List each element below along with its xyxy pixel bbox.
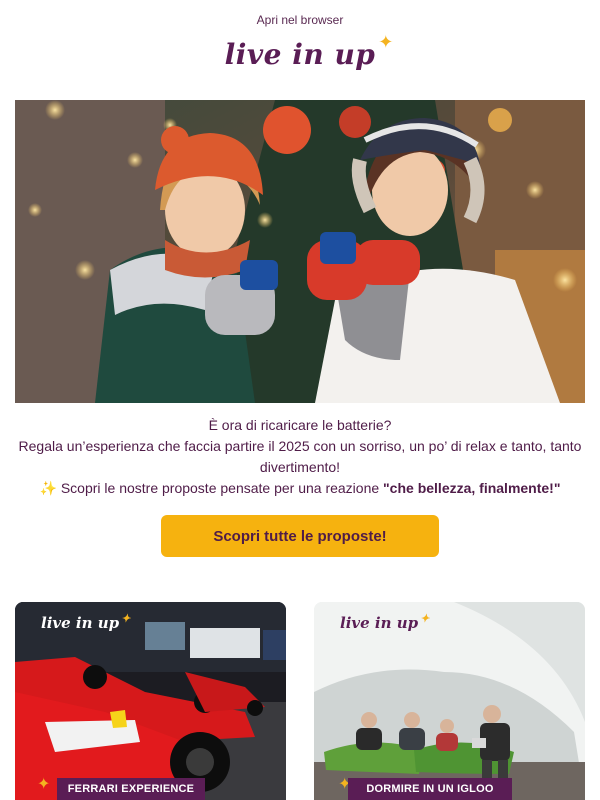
intro-line-2: Regala un’esperienza che faccia partire … <box>18 438 582 475</box>
hero-image[interactable] <box>15 100 585 403</box>
intro-line-3: ✨ Scopri le nostre proposte pensate per … <box>15 478 585 499</box>
card-logo: live in up ✦ <box>41 612 131 632</box>
sparkle-icon: ✦ <box>378 32 394 52</box>
logo-text: live in up <box>224 38 376 71</box>
card-logo: live in up ✦ <box>340 612 430 632</box>
intro-line-1: È ora di ricaricare le batterie? <box>208 417 392 433</box>
open-in-browser-link[interactable]: Apri nel browser <box>257 13 344 27</box>
sparkle-icon: ✦ <box>121 612 131 625</box>
discover-proposals-button[interactable]: Scopri tutte le proposte! <box>161 515 439 557</box>
sparkle-icon: ✦ <box>420 612 430 625</box>
card-label[interactable]: FERRARI EXPERIENCE <box>57 778 205 800</box>
card-logo-text: live in up <box>340 614 419 632</box>
top-bar: Apri nel browser <box>0 0 600 40</box>
intro-line-3-highlight: "che bellezza, finalmente!" <box>383 480 561 496</box>
card-logo-text: live in up <box>41 614 120 632</box>
ferrari-experience-card[interactable]: live in up ✦ ✦ FERRARI EXPERIENCE <box>15 602 286 800</box>
card-label[interactable]: DORMIRE IN UN IGLOO <box>348 778 512 800</box>
brand-logo[interactable]: live in up ✦ <box>0 32 600 88</box>
sparkle-icon: ✦ <box>37 776 51 793</box>
intro-line-3-prefix: ✨ Scopri le nostre proposte pensate per … <box>39 480 384 496</box>
igloo-card[interactable]: live in up ✦ ✦ DORMIRE IN UN IGLOO <box>314 602 585 800</box>
intro-text: È ora di ricaricare le batterie? Regala … <box>15 415 585 499</box>
